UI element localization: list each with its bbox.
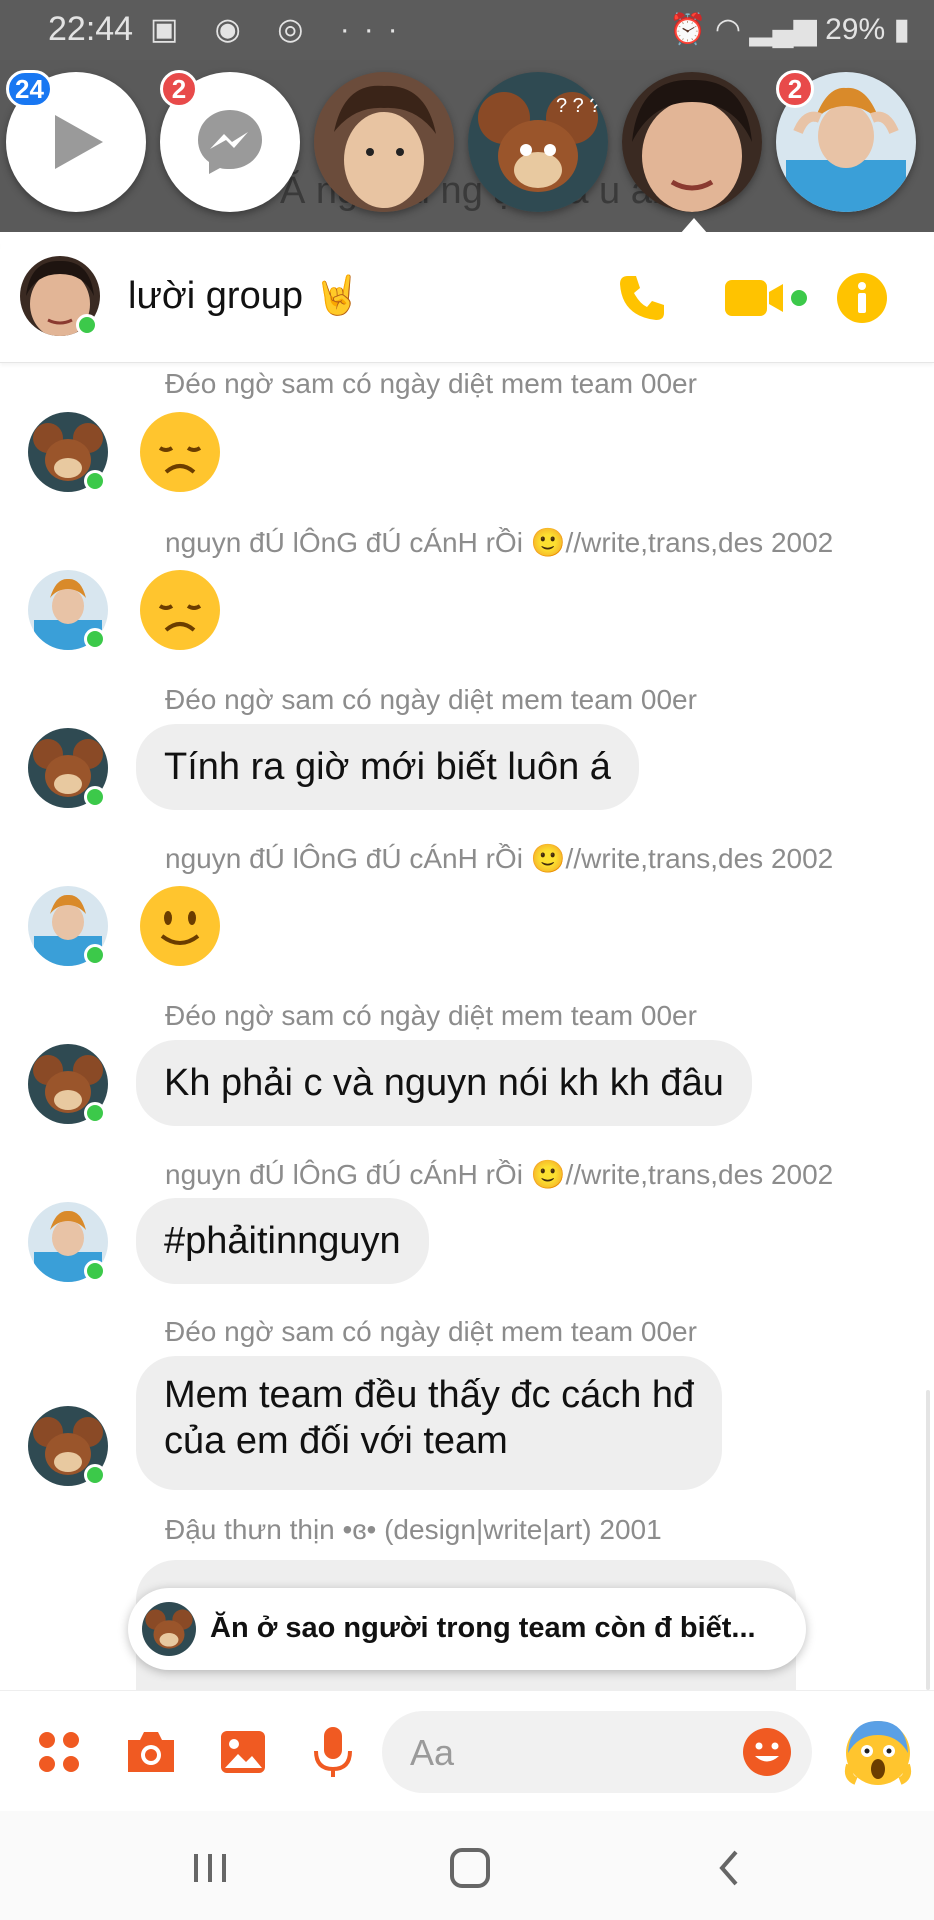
camera-button[interactable]	[120, 1721, 182, 1783]
video-camera-icon	[725, 280, 807, 316]
new-message-preview[interactable]: Ăn ở sao người trong team còn đ biết...	[128, 1588, 806, 1670]
info-icon	[837, 273, 887, 323]
disappointed-face-emoji	[140, 412, 220, 492]
screaming-face-emoji	[844, 1721, 912, 1785]
message-input-box[interactable]	[382, 1711, 812, 1795]
slightly-smiling-face-emoji	[140, 886, 220, 966]
recent-apps-icon	[194, 1854, 226, 1882]
message-line: Mem team đều thấy đc cách hđ	[164, 1374, 695, 1416]
chathead-badge: 2	[160, 70, 198, 108]
play-icon	[55, 115, 103, 169]
jerry-mouse-photo: ? ? ?	[468, 72, 608, 212]
message-bubble[interactable]: Tính ra giờ mới biết luôn á	[136, 724, 639, 810]
profile-photo	[622, 72, 762, 212]
gallery-button[interactable]	[212, 1721, 274, 1783]
info-button[interactable]	[832, 268, 892, 328]
sender-name: nguyn đÚ lÔnG đÚ cÁnH rỒi 🙂//write,trans…	[165, 843, 834, 874]
online-indicator	[84, 944, 106, 966]
sender-name: Đậu thưn thịn •ɞ• (design|write|art) 200…	[165, 1514, 662, 1545]
call-button[interactable]	[612, 268, 672, 328]
message-line: của em đối với team	[164, 1420, 508, 1462]
battery-percent: 29%	[825, 13, 886, 46]
home-button[interactable]	[440, 1838, 500, 1898]
battery-icon: ▮	[893, 13, 910, 46]
more-dots-icon	[39, 1732, 79, 1772]
back-button[interactable]	[700, 1838, 760, 1898]
online-indicator	[84, 1260, 106, 1282]
contact-chathead-1[interactable]	[314, 72, 454, 212]
message-bubble[interactable]: Mem team đều thấy đc cách hđ của em đối …	[136, 1356, 723, 1490]
sender-name: nguyn đÚ lÔnG đÚ cÁnH rỒi 🙂//write,trans…	[165, 527, 834, 558]
profile-photo	[314, 72, 454, 212]
chat-header: lười group 🤘	[0, 232, 934, 363]
contact-chathead-2[interactable]: ? ? ?	[468, 72, 608, 212]
wifi-icon: ◠	[714, 13, 741, 46]
phone-icon	[620, 276, 664, 320]
online-indicator	[84, 470, 106, 492]
status-right: ⏰ ◠ ▂▄▆ 29% ▮	[669, 12, 910, 47]
status-time: 22:44	[48, 10, 134, 48]
recent-apps-button[interactable]	[180, 1838, 240, 1898]
message-input[interactable]	[408, 1711, 712, 1795]
more-button[interactable]	[28, 1721, 90, 1783]
message-list[interactable]: Đéo ngờ sam có ngày diệt mem team 00er n…	[0, 362, 934, 1692]
sender-name: Đéo ngờ sam có ngày diệt mem team 00er	[165, 684, 697, 715]
signal-icon: ▂▄▆	[749, 13, 817, 46]
online-indicator	[84, 1102, 106, 1124]
contact-chathead-3[interactable]	[622, 72, 762, 212]
scrollbar[interactable]	[926, 1390, 930, 1690]
home-icon	[450, 1848, 490, 1888]
message-bubble[interactable]: #phảitinnguyn	[136, 1198, 429, 1284]
sender-name: Đéo ngờ sam có ngày diệt mem team 00er	[165, 1316, 697, 1347]
messenger-icon	[198, 110, 262, 174]
notification-icons: ▣ ◉ ◎ ···	[150, 13, 412, 46]
chathead-badge: 24	[6, 70, 53, 108]
emoji-icon[interactable]	[742, 1727, 792, 1777]
chathead-badge: 2	[776, 70, 814, 108]
composer	[0, 1690, 934, 1811]
status-bar: 22:44 ▣ ◉ ◎ ··· ⏰ ◠ ▂▄▆ 29% ▮	[0, 0, 934, 60]
sender-name: Đéo ngờ sam có ngày diệt mem team 00er	[165, 368, 697, 399]
preview-text: Ăn ở sao người trong team còn đ biết...	[210, 1612, 756, 1644]
back-icon	[719, 1850, 738, 1886]
sender-name: Đéo ngờ sam có ngày diệt mem team 00er	[165, 1000, 697, 1031]
quick-reaction-button[interactable]	[840, 1713, 916, 1789]
microphone-icon	[314, 1727, 352, 1777]
online-indicator	[76, 314, 98, 336]
online-indicator	[84, 786, 106, 808]
message-bubble[interactable]: Kh phải c và nguyn nói kh kh đâu	[136, 1040, 752, 1126]
alarm-icon: ⏰	[669, 13, 707, 46]
system-nav-bar	[0, 1810, 934, 1920]
disappointed-face-emoji	[140, 570, 220, 650]
chat-panel: lười group 🤘 Đéo ngờ sam có ngày diệt me…	[0, 232, 934, 1810]
camera-icon	[128, 1732, 174, 1772]
voice-button[interactable]	[302, 1721, 364, 1783]
preview-avatar	[142, 1602, 196, 1656]
online-indicator	[84, 628, 106, 650]
gallery-icon	[221, 1731, 265, 1773]
active-chathead-pointer	[680, 218, 708, 234]
sender-name: nguyn đÚ lÔnG đÚ cÁnH rỒi 🙂//write,trans…	[165, 1159, 834, 1190]
conversation-title[interactable]: lười group 🤘	[128, 274, 361, 318]
video-call-button[interactable]	[720, 268, 810, 328]
jerry-mouse-photo	[142, 1602, 196, 1656]
online-indicator	[84, 1464, 106, 1486]
